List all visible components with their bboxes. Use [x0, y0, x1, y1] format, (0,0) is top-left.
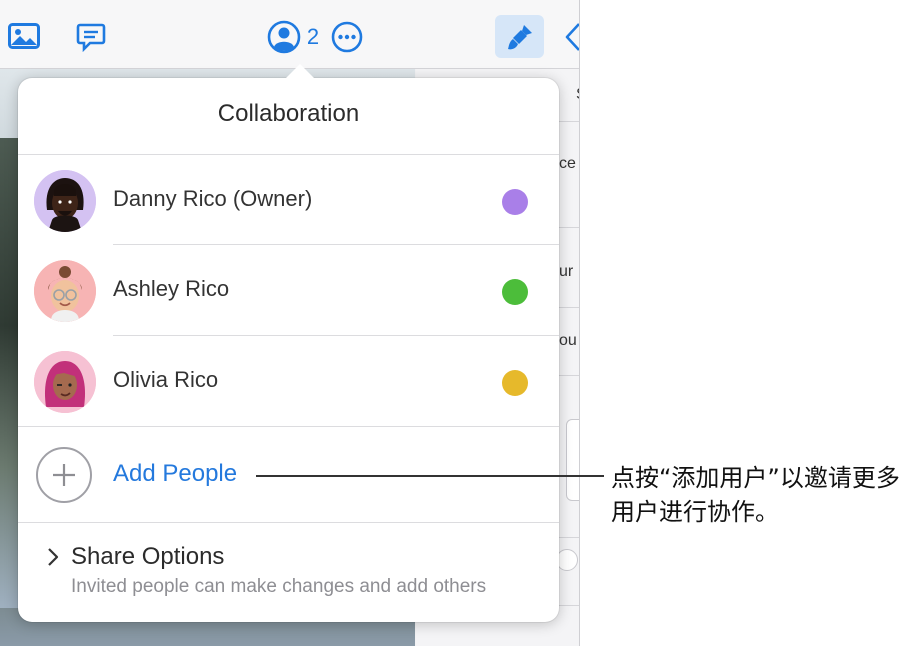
chevron-right-icon: [46, 546, 60, 573]
callout-text: 点按“添加用户”以邀请更多用户进行协作。: [611, 464, 900, 526]
participant-name: Olivia Rico: [113, 367, 219, 392]
inspector-text: ce: [559, 155, 576, 172]
participant-color-dot: [502, 279, 528, 305]
photo-icon[interactable]: [7, 20, 41, 52]
divider: [18, 522, 559, 523]
share-options-description: Invited people can make changes and add …: [71, 576, 487, 597]
share-options-label: Share Options: [71, 543, 225, 570]
participant-name: Danny Rico (Owner): [113, 186, 313, 211]
participant-row[interactable]: Danny Rico (Owner): [18, 156, 559, 247]
collaboration-button[interactable]: 2: [263, 18, 323, 56]
collaborator-count: 2: [306, 24, 320, 49]
more-icon[interactable]: [330, 20, 364, 54]
comment-icon[interactable]: [74, 20, 108, 54]
participant-color-dot: [502, 370, 528, 396]
app-window: 2 S ce ur ou Collaboration: [0, 0, 580, 646]
divider: [18, 426, 559, 427]
inspector-control[interactable]: [566, 419, 579, 501]
collaboration-popover: Collaboration Danny Rico (Owner) Ashley …: [18, 64, 559, 622]
popover-title: Collaboration: [217, 100, 360, 127]
popover-arrow: [286, 64, 314, 78]
avatar: [34, 260, 96, 322]
collaboration-icon: [267, 20, 301, 54]
inspector-text: S: [576, 86, 579, 104]
avatar: [34, 351, 96, 413]
participant-row[interactable]: Olivia Rico: [18, 337, 559, 428]
format-brush-icon[interactable]: [495, 15, 544, 58]
back-chevron-icon[interactable]: [563, 20, 579, 54]
divider: [18, 154, 559, 155]
inspector-text: ur: [559, 263, 574, 280]
participant-color-dot: [502, 189, 528, 215]
share-options-button[interactable]: Share Options Invited people can make ch…: [18, 524, 559, 622]
divider: [113, 244, 559, 245]
divider: [113, 335, 559, 336]
plus-icon: [36, 447, 92, 503]
inspector-text: ou: [559, 332, 577, 349]
participant-name: Ashley Rico: [113, 276, 230, 301]
participant-row[interactable]: Ashley Rico: [18, 246, 559, 337]
document-image-strip: [0, 138, 20, 608]
add-people-label: Add People: [113, 460, 238, 487]
callout-line: [256, 475, 604, 477]
avatar: [34, 170, 96, 232]
toolbar: 2: [0, 0, 579, 69]
inspector-slider-knob[interactable]: [556, 549, 578, 571]
